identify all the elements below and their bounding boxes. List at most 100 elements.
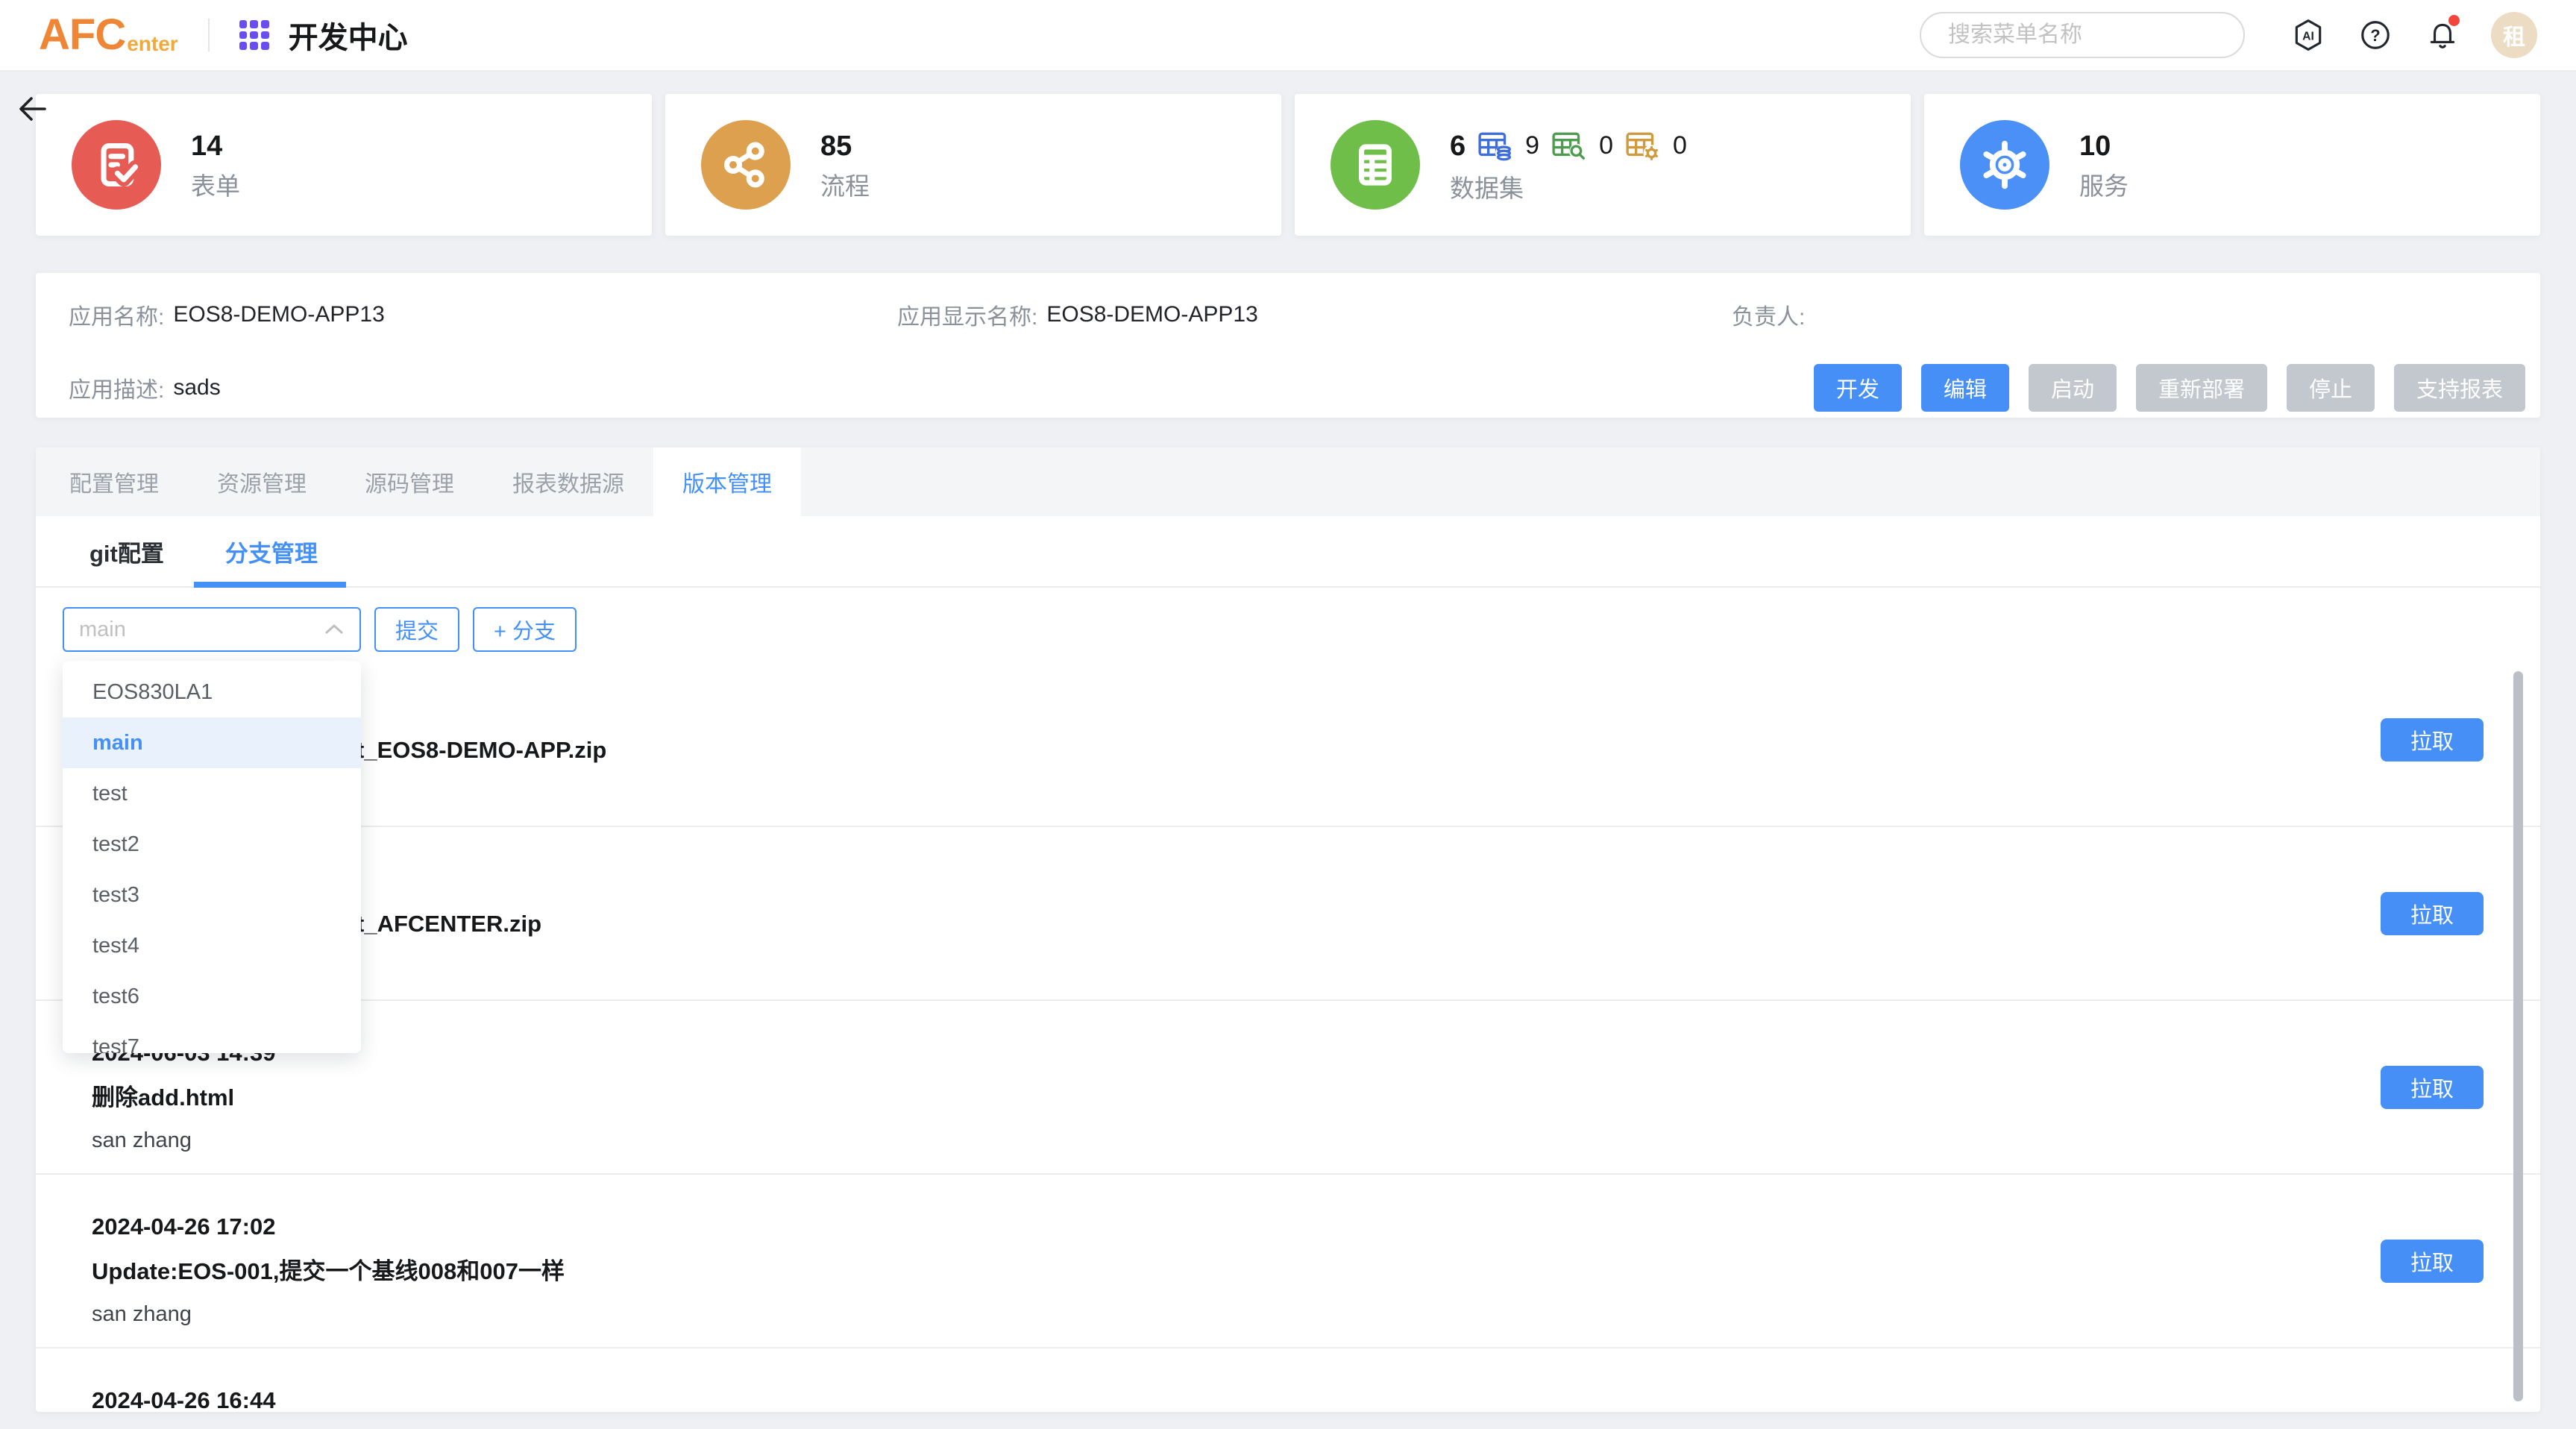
branch-select-value: main [79,618,126,642]
commit-date: 2024-06-03 14:39 [92,1040,2540,1067]
forms-count: 14 [191,132,240,160]
user-avatar[interactable]: 租 [2491,12,2537,58]
app-display-name-value: EOS8-DEMO-APP13 [1046,302,1257,327]
tab-version-management[interactable]: 版本管理 [653,447,801,516]
chevron-up-icon [324,623,345,636]
subtab-branch-management[interactable]: 分支管理 [225,516,318,586]
edit-button[interactable]: 编辑 [1921,364,2009,412]
app-desc-value: sads [173,375,220,401]
ai-assistant-icon[interactable]: AI [2291,18,2325,52]
commit-title: t_AFCENTER.zip [356,911,2540,938]
help-icon[interactable]: ? [2358,18,2393,52]
branch-toolbar: main 提交 + 分支 [63,607,2540,652]
tab-resource-management[interactable]: 资源管理 [188,447,336,516]
tab-report-datasource[interactable]: 报表数据源 [483,447,653,516]
dataset-table-icon [1331,120,1420,210]
flows-count: 85 [820,132,870,160]
app-owner-label: 负责人: [1732,298,1805,331]
branch-option[interactable]: test6 [63,971,361,1022]
start-button[interactable]: 启动 [2029,364,2117,412]
branch-dropdown: EOS830LA1 main test test2 test3 test4 te… [63,661,361,1053]
dataset-view-count: 0 [1599,131,1613,160]
sub-tabs: git配置 分支管理 [36,516,2540,588]
pull-button[interactable]: 拉取 [2381,892,2484,935]
notification-dot [2448,15,2460,26]
form-icon [72,120,161,210]
dataset-config-icon [1625,130,1661,163]
main-tabs: 配置管理 资源管理 源码管理 报表数据源 版本管理 [36,447,2540,516]
tab-config-management[interactable]: 配置管理 [40,447,188,516]
branch-option[interactable]: EOS830LA1 [63,667,361,717]
commit-author: san zhang [92,1128,2540,1153]
tab-source-management[interactable]: 源码管理 [336,447,483,516]
dataset-physical-icon [1477,130,1513,163]
services-count: 10 [2079,132,2129,160]
app-display-name-label: 应用显示名称: [897,298,1037,331]
service-gear-icon [1960,120,2049,210]
redeploy-button[interactable]: 重新部署 [2136,364,2267,412]
app-name-label: 应用名称: [69,298,164,331]
datasets-label: 数据集 [1450,176,1687,201]
stat-card-flows: 85 流程 [665,94,1281,236]
forms-label: 表单 [191,174,240,198]
commit-date [92,866,2540,893]
apps-grid-icon[interactable] [239,20,269,50]
branch-option[interactable]: test7 [63,1022,361,1053]
report-support-button[interactable]: 支持报表 [2394,364,2525,412]
pull-button[interactable]: 拉取 [2381,718,2484,761]
page-title: 开发中心 [289,13,408,57]
svg-text:AI: AI [2302,30,2314,43]
pull-button[interactable]: 拉取 [2381,1240,2484,1283]
app-name-value: EOS8-DEMO-APP13 [173,302,384,327]
commit-row: 2024-04-26 17:02 Update:EOS-001,提交一个基线00… [36,1175,2540,1348]
flow-share-icon [701,120,791,210]
branch-option[interactable]: test2 [63,819,361,870]
commit-row: t_EOS8-DEMO-APP.zip 拉取 [36,653,2540,827]
app-action-buttons: 开发 编辑 启动 重新部署 停止 支持报表 [1814,364,2525,412]
commit-button[interactable]: 提交 [374,607,459,652]
stop-button[interactable]: 停止 [2287,364,2375,412]
stat-card-forms: 14 表单 [36,94,652,236]
search-input[interactable] [1948,22,2236,48]
commit-row: t_AFCENTER.zip 拉取 [36,827,2540,1001]
commit-list: t_EOS8-DEMO-APP.zip 拉取 t_AFCENTER.zip 拉取… [36,653,2540,1412]
stat-card-row: 14 表单 85 流程 6 [36,94,2540,236]
app-desc-label: 应用描述: [69,371,164,404]
list-scrollbar-thumb[interactable] [2513,671,2523,1401]
top-header: AFC enter 开发中心 AI ? [0,0,2576,72]
commit-author: san zhang [92,1301,2540,1327]
develop-button[interactable]: 开发 [1814,364,1902,412]
subtab-git-config[interactable]: git配置 [89,516,164,586]
commit-author [92,954,2540,979]
dataset-view-icon [1551,130,1587,163]
commit-title: Update:EOS-001,提交一个基线008和007一样 [92,1258,2540,1285]
commit-date [92,692,2540,719]
version-management-panel: 配置管理 资源管理 源码管理 报表数据源 版本管理 git配置 分支管理 mai… [36,447,2540,1412]
commit-date: 2024-04-26 17:02 [92,1213,2540,1240]
branch-option[interactable]: test4 [63,920,361,971]
svg-text:?: ? [2370,26,2380,45]
branch-select[interactable]: main [63,607,361,652]
logo-text-primary: AFC [39,13,125,57]
dataset-physical-count: 9 [1525,131,1539,160]
commit-title: t_EOS8-DEMO-APP.zip [356,737,2540,764]
back-button[interactable] [15,91,51,127]
new-branch-button[interactable]: + 分支 [473,607,577,652]
header-divider [208,19,210,51]
stat-card-services: 10 服务 [1924,94,2540,236]
menu-search[interactable] [1920,12,2245,58]
afcenter-logo[interactable]: AFC enter [39,13,178,57]
commit-author [92,780,2540,805]
notification-bell-icon[interactable] [2425,18,2460,52]
pull-button[interactable]: 拉取 [2381,1066,2484,1109]
stat-card-datasets: 6 9 0 [1295,94,1911,236]
datasets-count: 6 [1450,132,1466,160]
app-info-card: 应用名称: EOS8-DEMO-APP13 应用显示名称: EOS8-DEMO-… [36,273,2540,418]
dataset-config-count: 0 [1673,131,1687,160]
branch-option[interactable]: test3 [63,870,361,920]
branch-option-selected[interactable]: main [63,717,361,768]
commit-date: 2024-04-26 16:44 [92,1387,2540,1412]
branch-option[interactable]: test [63,768,361,819]
commit-title: 删除add.html [92,1084,2540,1111]
commit-row: 2024-04-26 16:44 [36,1348,2540,1412]
